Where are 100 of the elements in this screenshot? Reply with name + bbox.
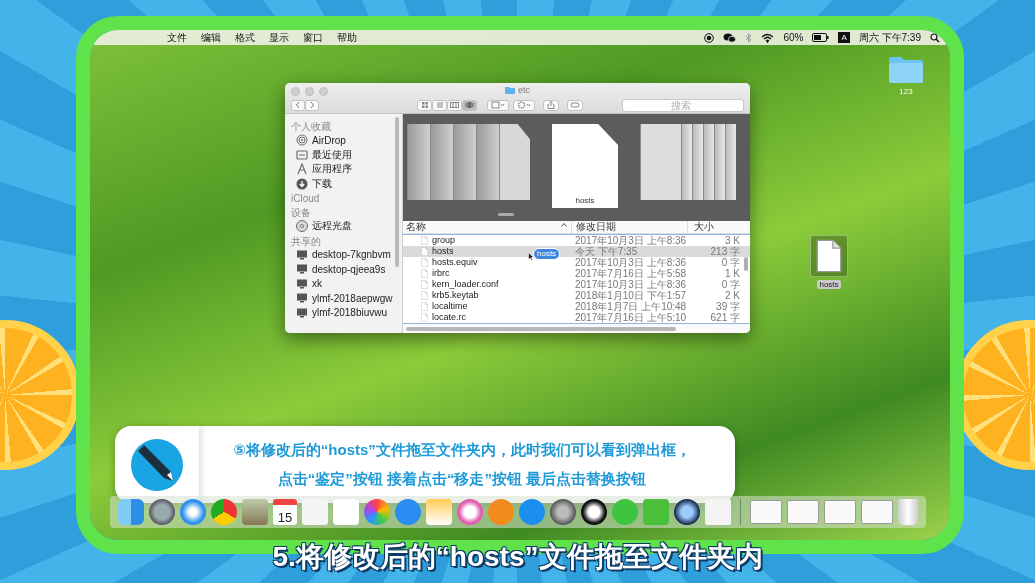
menu-clock[interactable]: 周六 下午7:39 [858,30,921,45]
preview-caption: hosts [575,196,595,205]
battery-icon[interactable] [812,33,830,42]
menu-item[interactable]: 编辑 [194,30,228,45]
file-row[interactable]: localtime 2018年1月7日 上午10:48 39 字 [403,301,750,313]
chevron-right-icon [309,101,315,110]
scrollbar[interactable] [498,213,514,217]
sidebar-item[interactable]: 最近使用 [291,147,402,162]
sidebar-item[interactable]: desktop-qjeea9s [291,262,402,277]
date-cell-text: 今天 下午7:35 [574,246,639,258]
minimize-button[interactable] [305,86,314,96]
tip-text: ⑤将修改后的“hosts”文件拖至文件夹内，此时我们可以看到弹出框， [233,440,691,460]
sidebar-heading: 个人收藏 [291,121,332,133]
forward-button[interactable] [305,99,319,111]
sidebar-item[interactable]: desktop-7kgnbvm [291,247,402,262]
grid-icon [420,101,429,110]
list-icon [435,101,444,110]
tip-text: 点击“鉴定”按钮 接着点击“移走”按钮 最后点击替换按钮 [277,469,647,489]
file-row[interactable]: group 2017年10月3日 上午8:36 3 K [403,235,750,247]
window-thumbnail[interactable] [750,500,782,524]
size-cell: 621 字 [710,312,740,324]
sidebar-item[interactable]: 远程光盘 [291,219,402,234]
drag-label: hosts [533,248,561,261]
menu-item[interactable]: 窗口 [296,30,330,45]
tag-button[interactable] [567,99,583,111]
size-cell: 2 K [725,290,740,302]
search-icon[interactable] [930,32,940,43]
search-field[interactable]: 搜索 [622,98,744,112]
group-button[interactable] [487,99,509,111]
record-icon[interactable] [704,32,715,43]
folder-icon[interactable] [888,56,924,84]
sidebar-item[interactable]: AirDrop [291,133,402,148]
icon-view-button[interactable] [417,99,432,111]
window-thumbnail[interactable] [787,500,819,524]
sidebar-item[interactable]: ylmf-2018biuvwu [291,305,402,320]
size-cell: 0 字 [721,279,740,291]
gallery-view-button[interactable] [462,99,477,111]
date-cell-text: 2017年7月16日 上午5:58 [574,268,687,280]
file-row[interactable]: kern_loader.conf 2017年10月3日 上午8:36 0 字 [403,279,750,291]
size-cell: 213 字 [710,246,740,258]
monitor-icon [296,306,308,319]
column-view-button[interactable] [447,99,462,111]
calendar-icon[interactable]: 15 [273,499,297,525]
column-header[interactable]: 大小 [687,220,750,235]
trash-icon[interactable] [898,499,918,525]
apps-icon [296,163,308,176]
tag-icon [570,101,580,110]
window-thumbnail[interactable] [861,500,893,524]
back-button[interactable] [291,99,305,111]
bluetooth-icon[interactable] [745,32,753,43]
column-header[interactable]: 名称 [403,220,571,235]
date-cell-text: 2017年10月3日 上午8:36 [574,257,687,269]
date-cell-text: 2017年10月3日 上午8:36 [574,279,687,291]
size-cell: 39 字 [716,301,740,313]
file-name: kern_loader.conf [432,279,499,291]
menu-item[interactable]: 文件 [160,30,194,45]
file-row[interactable]: krb5.keytab 2018年1月10日 下午1:57 2 K [403,290,750,302]
date-cell-text: 2017年10月3日 上午8:36 [574,235,687,247]
scrollbar[interactable] [744,257,748,272]
grid-caret-icon [491,101,505,110]
pencil-icon [130,437,184,492]
sidebar-item[interactable]: xk [291,276,402,291]
action-button[interactable] [513,99,535,111]
menu-item[interactable]: 格式 [228,30,262,45]
size-cell: 0 字 [721,257,740,269]
monitor-icon [296,248,308,261]
date-cell-text: 2018年1月10日 下午1:57 [574,290,687,302]
wifi-icon[interactable] [761,32,775,43]
file-name: krb5.keytab [432,290,479,302]
sidebar-heading: 共享的 [291,235,322,248]
file-name: locate.rc [432,312,466,324]
monitor-icon [296,263,308,276]
sidebar-item[interactable]: 下载 [291,176,402,191]
window-thumbnail[interactable] [824,500,856,524]
list-view-button[interactable] [432,99,447,111]
gallery-icon [465,101,474,110]
file-name: hosts [432,246,454,258]
menu-item[interactable]: 显示 [262,30,296,45]
file-row[interactable]: locate.rc 2017年7月16日 上午5:10 621 字 [403,312,750,324]
column-header[interactable]: 修改日期 [571,220,687,235]
scrollbar[interactable] [406,326,676,331]
share-button[interactable] [543,99,559,111]
zoom-button[interactable] [319,86,328,96]
sidebar-item[interactable]: ylmf-2018aepwgw [291,291,402,306]
sort-caret-icon [561,223,567,228]
sidebar-heading: iCloud [291,193,321,205]
icon-label: 123 [898,87,914,96]
file-row[interactable]: irbrc 2017年7月16日 上午5:58 1 K [403,268,750,280]
pointer-cursor-icon [528,252,534,262]
file-name: group [432,235,456,247]
menu-item[interactable]: 帮助 [330,30,364,45]
close-button[interactable] [291,86,300,96]
scrollbar[interactable] [395,117,399,267]
disc-icon [296,220,308,233]
battery-percent: 60% [783,32,804,43]
monitor-icon [296,292,308,305]
sidebar-item[interactable]: 应用程序 [291,162,402,177]
chevron-left-icon [295,101,301,110]
sidebar-heading: 设备 [291,207,312,219]
input-method-indicator[interactable]: A [838,32,850,43]
